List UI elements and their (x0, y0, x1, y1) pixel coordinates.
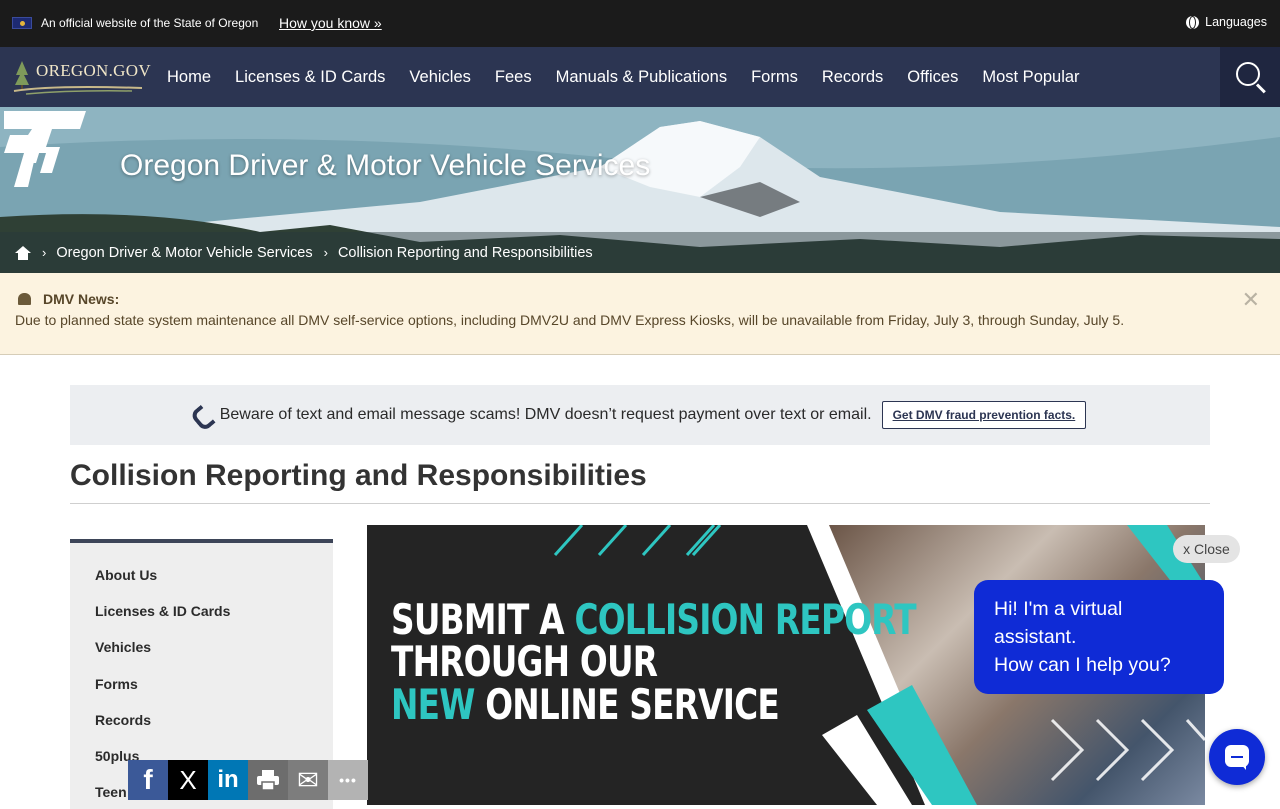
nav-item-home[interactable]: Home (155, 68, 223, 87)
nav-item-vehicles[interactable]: Vehicles (397, 68, 482, 87)
chat-greeting-line-1: Hi! I'm a virtual assistant. (994, 598, 1123, 648)
linkedin-share-button[interactable]: in (208, 760, 248, 800)
nav-item-licenses[interactable]: Licenses & ID Cards (223, 68, 397, 87)
fraud-facts-button[interactable]: Get DMV fraud prevention facts. (881, 401, 1087, 429)
sidebar-item-vehicles[interactable]: Vehicles (95, 639, 151, 655)
facebook-share-button[interactable]: f (128, 760, 168, 800)
email-share-button[interactable]: ✉ (288, 760, 328, 800)
promo-line-2: THROUGH OUR (391, 637, 658, 686)
news-label: DMV News: (43, 291, 120, 307)
share-bar: f X in ✉ ••• (128, 760, 368, 800)
official-site-text: An official website of the State of Oreg… (41, 16, 259, 30)
nav-item-records[interactable]: Records (810, 68, 895, 87)
scam-alert: Beware of text and email message scams! … (70, 385, 1210, 445)
more-icon: ••• (339, 772, 357, 788)
chat-greeting[interactable]: Hi! I'm a virtual assistant. How can I h… (974, 580, 1224, 694)
print-button[interactable] (248, 760, 288, 800)
logo-text: OREGON.GOV (36, 61, 151, 80)
odot-logo (4, 111, 86, 187)
oregon-flag-icon (12, 17, 32, 29)
scam-alert-text: Beware of text and email message scams! … (219, 406, 872, 423)
search-button[interactable] (1220, 47, 1280, 107)
nav-menu: Home Licenses & ID Cards Vehicles Fees M… (155, 47, 1092, 107)
title-divider (70, 503, 1210, 504)
official-site-banner: An official website of the State of Oreg… (0, 0, 1280, 47)
x-icon: X (179, 764, 197, 795)
home-icon[interactable] (15, 245, 31, 260)
globe-icon (1186, 15, 1200, 29)
breadcrumb-current: Collision Reporting and Responsibilities (337, 244, 593, 261)
print-icon (257, 770, 279, 791)
nav-item-most-popular[interactable]: Most Popular (970, 68, 1091, 87)
search-icon (1236, 62, 1260, 86)
chevron-right-icon: › (42, 245, 47, 260)
breadcrumb-agency-link[interactable]: Oregon Driver & Motor Vehicle Services (56, 245, 312, 261)
nav-item-offices[interactable]: Offices (895, 68, 970, 87)
how-you-know-link[interactable]: How you know » (279, 15, 382, 31)
facebook-icon: f (143, 764, 153, 795)
more-share-button[interactable]: ••• (328, 760, 368, 800)
chat-icon (1225, 745, 1249, 770)
chevron-right-icon: › (323, 245, 328, 260)
sidebar-item-about[interactable]: About Us (95, 567, 157, 583)
close-icon[interactable]: ✕ (1242, 287, 1260, 313)
hero-banner: Oregon Driver & Motor Vehicle Services ›… (0, 107, 1280, 273)
sidebar-item-records[interactable]: Records (95, 712, 151, 728)
oregon-gov-logo[interactable]: OREGON.GOV (12, 57, 151, 97)
chat-launcher-button[interactable] (1209, 729, 1265, 785)
sidebar-item-licenses[interactable]: Licenses & ID Cards (95, 603, 230, 619)
news-text: Due to planned state system maintenance … (15, 312, 1125, 328)
linkedin-icon: in (217, 766, 239, 793)
dmv-news-banner: DMV News: Due to planned state system ma… (0, 273, 1280, 355)
nav-item-fees[interactable]: Fees (483, 68, 544, 87)
email-icon: ✉ (297, 764, 319, 795)
chat-greeting-line-2: How can I help you? (994, 654, 1171, 676)
sidebar-item-forms[interactable]: Forms (95, 676, 138, 692)
sidebar-item-teen[interactable]: Teen (95, 784, 127, 800)
main-nav: OREGON.GOV Home Licenses & ID Cards Vehi… (0, 47, 1280, 107)
languages-button[interactable]: Languages (1186, 15, 1267, 29)
agency-title: Oregon Driver & Motor Vehicle Services (120, 149, 651, 182)
breadcrumb: › Oregon Driver & Motor Vehicle Services… (0, 232, 1280, 273)
phone-icon (194, 407, 210, 423)
nav-item-forms[interactable]: Forms (739, 68, 810, 87)
nav-item-manuals[interactable]: Manuals & Publications (544, 68, 740, 87)
chat-close-button[interactable]: x Close (1173, 535, 1240, 563)
x-share-button[interactable]: X (168, 760, 208, 800)
promo-line-3: NEW ONLINE SERVICE (391, 680, 780, 729)
languages-label: Languages (1205, 15, 1267, 29)
page-title: Collision Reporting and Responsibilities (70, 459, 647, 492)
bell-icon (18, 293, 31, 305)
